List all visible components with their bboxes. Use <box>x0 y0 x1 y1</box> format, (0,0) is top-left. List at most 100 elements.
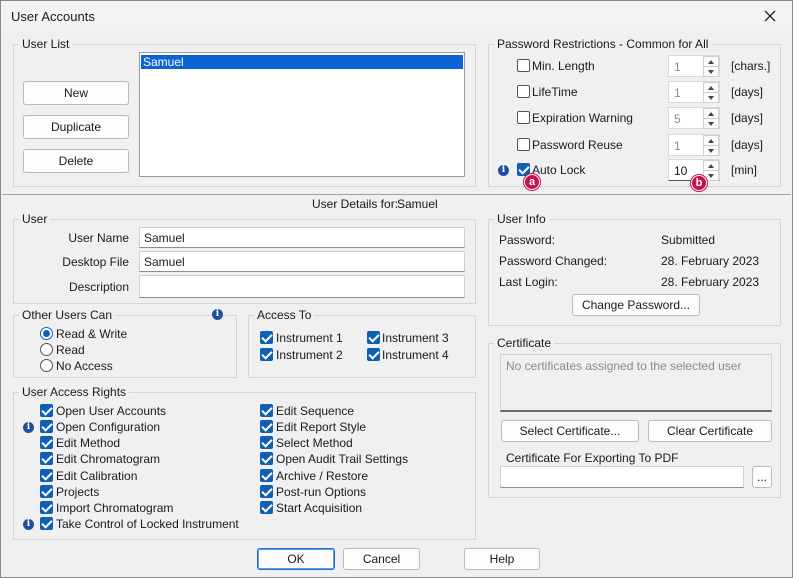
right-checkbox[interactable] <box>260 469 273 482</box>
min-length-unit: [chars.] <box>731 59 771 73</box>
right-label: Take Control of Locked Instrument <box>56 517 239 531</box>
lifetime-label: LifeTime <box>532 85 578 99</box>
info-icon[interactable]: i <box>23 422 34 433</box>
right-checkbox[interactable] <box>260 501 273 514</box>
instrument-4-checkbox[interactable] <box>367 348 380 361</box>
min-length-checkbox[interactable] <box>517 59 530 72</box>
access-to-label: Access To <box>254 308 315 322</box>
right-checkbox[interactable] <box>260 485 273 498</box>
spin-down-icon[interactable] <box>703 145 719 156</box>
min-length-label: Min. Length <box>532 59 595 73</box>
list-item-selected[interactable]: Samuel <box>141 55 463 69</box>
right-label: Open Audit Trail Settings <box>276 452 409 466</box>
user-list-label: User List <box>19 37 73 51</box>
window-title: User Accounts <box>11 9 95 24</box>
clear-certificate-button[interactable]: Clear Certificate <box>648 420 772 442</box>
read-label: Read <box>56 343 85 357</box>
lifetime-unit: [days] <box>731 85 764 99</box>
callout-marker-a: a <box>524 174 540 190</box>
info-icon[interactable]: i <box>498 165 509 176</box>
expiration-warning-checkbox[interactable] <box>517 111 530 124</box>
duplicate-user-button[interactable]: Duplicate <box>23 115 129 139</box>
password-changed-label: Password Changed: <box>499 254 608 268</box>
right-label: Edit Sequence <box>276 404 355 418</box>
instrument-1-checkbox[interactable] <box>260 331 273 344</box>
divider <box>2 194 791 195</box>
user-name-label: User Name <box>68 231 129 245</box>
lifetime-value: 1 <box>674 86 681 100</box>
lifetime-checkbox[interactable] <box>517 85 530 98</box>
select-certificate-button[interactable]: Select Certificate... <box>501 420 639 442</box>
instrument-1-label: Instrument 1 <box>276 331 343 345</box>
desktop-file-input[interactable]: Samuel <box>139 251 465 272</box>
auto-lock-unit: [min] <box>731 163 758 177</box>
help-button[interactable]: Help <box>464 548 540 570</box>
description-input[interactable] <box>139 275 465 298</box>
password-reuse-spinner[interactable]: 1 <box>668 134 720 156</box>
password-reuse-value: 1 <box>674 139 681 153</box>
close-icon[interactable] <box>748 1 792 31</box>
password-changed-value: 28. February 2023 <box>661 254 760 268</box>
certificate-list[interactable]: No certificates assigned to the selected… <box>500 354 772 412</box>
instrument-3-checkbox[interactable] <box>367 331 380 344</box>
right-label: Edit Report Style <box>276 420 367 434</box>
info-icon[interactable]: i <box>212 309 223 320</box>
right-label: Edit Chromatogram <box>56 452 161 466</box>
password-value: Submitted <box>661 233 716 247</box>
info-icon[interactable]: i <box>23 519 34 530</box>
right-checkbox[interactable] <box>260 420 273 433</box>
password-reuse-checkbox[interactable] <box>517 138 530 151</box>
no-access-radio[interactable] <box>40 359 53 372</box>
right-checkbox[interactable] <box>40 420 53 433</box>
right-checkbox[interactable] <box>40 452 53 465</box>
min-length-spinner[interactable]: 1 <box>668 55 720 77</box>
expiration-warning-unit: [days] <box>731 111 764 125</box>
right-checkbox[interactable] <box>260 404 273 417</box>
cancel-button[interactable]: Cancel <box>343 548 420 570</box>
desktop-file-label: Desktop File <box>62 255 129 269</box>
right-label: Open Configuration <box>56 420 161 434</box>
expiration-warning-spinner[interactable]: 5 <box>668 107 720 129</box>
right-checkbox[interactable] <box>40 517 53 530</box>
lifetime-spinner[interactable]: 1 <box>668 81 720 103</box>
user-info-label: User Info <box>494 212 549 226</box>
expiration-warning-label: Expiration Warning <box>532 111 633 125</box>
password-label: Password: <box>499 233 556 247</box>
change-password-button[interactable]: Change Password... <box>572 294 700 316</box>
right-label: Archive / Restore <box>276 469 369 483</box>
spin-down-icon[interactable] <box>703 66 719 77</box>
right-label: Projects <box>56 485 100 499</box>
user-details-name: Samuel <box>397 197 438 211</box>
right-checkbox[interactable] <box>40 436 53 449</box>
read-radio[interactable] <box>40 343 53 356</box>
right-label: Edit Calibration <box>56 469 138 483</box>
new-user-button[interactable]: New <box>23 81 129 105</box>
user-listbox[interactable]: Samuel <box>139 52 465 177</box>
ok-button[interactable]: OK <box>257 548 335 570</box>
right-label: Post-run Options <box>276 485 367 499</box>
right-checkbox[interactable] <box>260 436 273 449</box>
read-write-radio[interactable] <box>40 327 53 340</box>
last-login-value: 28. February 2023 <box>661 275 760 289</box>
spin-down-icon[interactable] <box>703 118 719 129</box>
title-bar: User Accounts <box>1 1 792 31</box>
certificate-empty-text: No certificates assigned to the selected… <box>506 359 742 373</box>
user-name-input[interactable]: Samuel <box>139 227 465 248</box>
export-certificate-input[interactable] <box>500 466 744 488</box>
auto-lock-label: Auto Lock <box>532 163 586 177</box>
auto-lock-value: 10 <box>674 164 688 178</box>
no-access-label: No Access <box>56 359 113 373</box>
right-checkbox[interactable] <box>40 404 53 417</box>
instrument-2-checkbox[interactable] <box>260 348 273 361</box>
right-label: Edit Method <box>56 436 121 450</box>
right-checkbox[interactable] <box>40 469 53 482</box>
user-details-prefix: User Details for: <box>312 197 399 211</box>
browse-button[interactable]: ... <box>752 466 772 488</box>
delete-user-button[interactable]: Delete <box>23 149 129 173</box>
spin-down-icon[interactable] <box>703 92 719 103</box>
right-checkbox[interactable] <box>40 501 53 514</box>
description-label: Description <box>68 280 129 294</box>
right-checkbox[interactable] <box>40 485 53 498</box>
instrument-3-label: Instrument 3 <box>382 331 449 345</box>
right-checkbox[interactable] <box>260 452 273 465</box>
